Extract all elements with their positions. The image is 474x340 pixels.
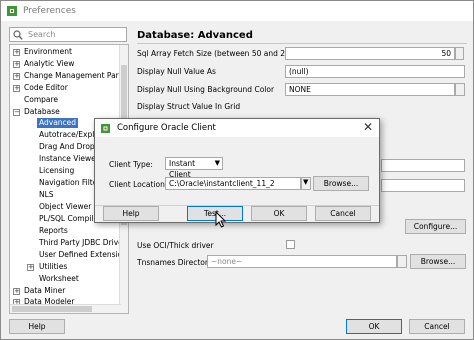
dialog-title: Configure Oracle Client xyxy=(117,123,216,133)
tree-horizontal-scrollbar[interactable] xyxy=(10,304,121,313)
expand-icon[interactable]: + xyxy=(27,264,34,271)
client-location-select[interactable]: C:\Oracle\instantclient_11_2 xyxy=(165,177,301,190)
tree-item-worksheet[interactable]: Worksheet xyxy=(39,274,79,284)
client-type-select[interactable]: Instant Client ▼ xyxy=(165,157,223,179)
tree-item-label: User Defined Extension xyxy=(39,250,127,259)
tree-item-label: Advanced xyxy=(39,118,77,127)
client-type-label: Client Type: xyxy=(109,160,153,169)
dialog-ok-button[interactable]: OK xyxy=(251,206,307,221)
tree-item-label: NLS xyxy=(39,190,54,199)
chevron-down-icon: ▼ xyxy=(303,178,309,186)
tree-item-label: Navigation Filter xyxy=(39,178,101,187)
search-icon xyxy=(13,30,23,40)
tree-item-label: Analytic View xyxy=(24,59,75,68)
collapse-icon[interactable]: − xyxy=(13,109,20,116)
tree-item-database[interactable]: Database xyxy=(24,107,60,117)
tree-item-nls[interactable]: NLS xyxy=(39,190,54,200)
text-field[interactable] xyxy=(381,159,465,172)
configure-client-icon xyxy=(101,124,110,133)
client-location-label: Client Location: xyxy=(109,180,168,189)
tree-item-code-editor[interactable]: Code Editor xyxy=(24,83,68,93)
tree-item-label: Utilities xyxy=(39,262,68,271)
dialog-help-button[interactable]: Help xyxy=(103,206,159,221)
null-background-label: Display Null Using Background Color xyxy=(137,85,275,94)
tree-item-label: Licensing xyxy=(39,166,75,175)
divider xyxy=(137,43,467,44)
close-icon[interactable]: ✕ xyxy=(363,120,373,134)
null-background-select[interactable]: NONE xyxy=(285,83,455,96)
tree-item-instance-viewer[interactable]: Instance Viewer xyxy=(39,154,99,164)
tree-item-label: Compare xyxy=(24,95,59,104)
help-button[interactable]: Help xyxy=(9,319,65,334)
window-title: Preferences xyxy=(23,6,76,16)
tree-item-reports[interactable]: Reports xyxy=(39,226,68,236)
oci-driver-checkbox[interactable] xyxy=(286,240,295,249)
tnsnames-label: Tnsnames Directory xyxy=(137,258,213,267)
tree-item-label: Database xyxy=(24,107,60,116)
tree-item-label: Drag And Drop xyxy=(39,142,95,151)
tree-item-data-miner[interactable]: Data Miner xyxy=(24,286,65,296)
tree-item-plsql-compiler[interactable]: PL/SQL Compiler xyxy=(39,214,101,224)
sql-fetch-label: Sql Array Fetch Size (between 50 and 200… xyxy=(137,49,298,58)
tree-item-label: Data Miner xyxy=(24,286,66,295)
tree-item-compare[interactable]: Compare xyxy=(24,95,58,105)
tnsnames-browse-button[interactable]: Browse... xyxy=(410,254,466,269)
search-placeholder: Search xyxy=(28,30,56,39)
expand-icon[interactable]: + xyxy=(13,49,20,56)
spinner-buttons[interactable] xyxy=(455,47,464,60)
dropdown-button[interactable]: ▼ xyxy=(301,177,311,190)
tree-item-analytic-view[interactable]: Analytic View xyxy=(24,59,74,69)
dialog-title-bar: Configure Oracle Client ✕ xyxy=(95,119,379,137)
expand-icon[interactable]: + xyxy=(13,73,20,80)
expand-icon[interactable]: + xyxy=(13,85,20,92)
cancel-button[interactable]: Cancel xyxy=(409,319,465,334)
tree-item-navigation-filter[interactable]: Navigation Filter xyxy=(39,178,100,188)
title-bar: Preferences xyxy=(1,1,473,21)
tree-item-user-defined-extensions[interactable]: User Defined Extension xyxy=(39,250,127,260)
tree-item-change-management[interactable]: Change Management Parar xyxy=(24,71,126,81)
tree-item-label: Change Management Parar xyxy=(24,71,127,80)
null-value-label: Display Null Value As xyxy=(137,67,216,76)
configure-button[interactable]: Configure... xyxy=(405,219,466,234)
pointer-cursor-icon xyxy=(215,211,227,228)
dropdown-button[interactable] xyxy=(455,83,465,96)
configure-oracle-client-dialog: Configure Oracle Client ✕ Client Type: I… xyxy=(94,118,380,223)
tree-item-licensing[interactable]: Licensing xyxy=(39,166,74,176)
search-input[interactable]: Search xyxy=(9,27,127,42)
scroll-thumb[interactable] xyxy=(12,306,92,312)
oci-driver-label: Use OCI/Thick driver xyxy=(137,241,214,250)
ok-button[interactable]: OK xyxy=(346,319,402,334)
tree-item-third-party-jdbc[interactable]: Third Party JDBC Drive xyxy=(39,238,123,248)
tree-item-label: PL/SQL Compiler xyxy=(39,214,102,223)
client-type-value: Instant Client xyxy=(169,159,196,179)
page-title: Database: Advanced xyxy=(137,30,253,41)
tree-item-label: Worksheet xyxy=(39,274,79,283)
dropdown-button[interactable] xyxy=(397,255,407,268)
sql-fetch-input[interactable]: 50 xyxy=(285,47,455,60)
chevron-down-icon: ▼ xyxy=(214,159,220,167)
app-icon xyxy=(7,6,17,16)
tree-item-utilities[interactable]: Utilities xyxy=(39,262,67,272)
client-browse-button[interactable]: Browse... xyxy=(313,176,369,191)
tree-item-label: Third Party JDBC Drive xyxy=(39,238,123,247)
tnsnames-select[interactable]: ~none~ xyxy=(207,255,397,268)
tree-item-label: Instance Viewer xyxy=(39,154,99,163)
tree-item-label: Object Viewer xyxy=(39,202,92,211)
struct-value-label: Display Struct Value In Grid xyxy=(137,102,241,111)
tree-item-label: Environment xyxy=(24,47,72,56)
tree-item-label: Code Editor xyxy=(24,83,68,92)
tree-item-environment[interactable]: Environment xyxy=(24,47,72,57)
preferences-window: Preferences Search Environment + Analyti… xyxy=(0,0,474,340)
tree-item-label: Reports xyxy=(39,226,68,235)
tree-item-drag-and-drop[interactable]: Drag And Drop xyxy=(39,142,95,152)
tree-item-advanced[interactable]: Advanced xyxy=(37,118,79,128)
dialog-cancel-button[interactable]: Cancel xyxy=(315,206,371,221)
text-field[interactable] xyxy=(381,179,465,192)
null-value-input[interactable]: (null) xyxy=(285,65,465,78)
expand-icon[interactable]: + xyxy=(13,61,20,68)
expand-icon[interactable]: + xyxy=(13,288,20,295)
tree-item-object-viewer[interactable]: Object Viewer xyxy=(39,202,91,212)
